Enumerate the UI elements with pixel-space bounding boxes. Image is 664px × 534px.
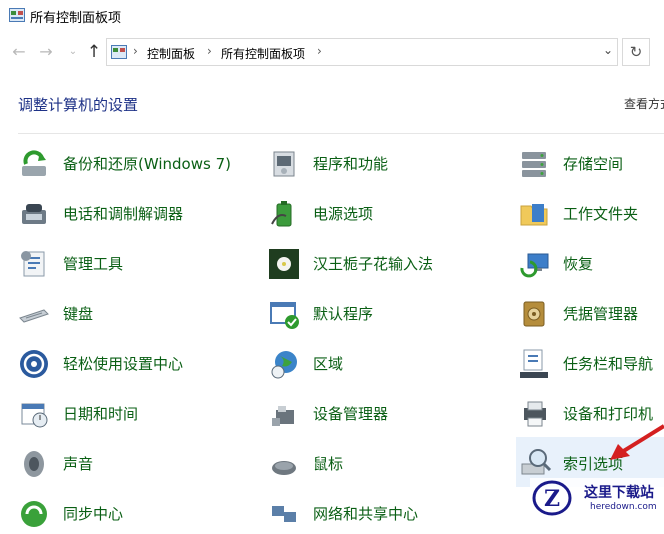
item-power-options[interactable]: 电源选项: [268, 194, 508, 234]
item-label: 凭据管理器: [563, 305, 639, 323]
taskbar-navigation-icon: [520, 349, 548, 378]
item-label: 电源选项: [313, 205, 374, 223]
item-label: 存储空间: [563, 155, 624, 173]
item-label: 同步中心: [63, 505, 124, 523]
item-default-programs[interactable]: 默认程序: [268, 294, 508, 334]
indexing-options-icon: [521, 449, 552, 475]
back-arrow-icon[interactable]: ←: [9, 42, 29, 62]
item-label: 程序和功能: [313, 155, 389, 173]
storage-spaces-icon: [522, 152, 546, 177]
credential-manager-icon: [523, 301, 545, 327]
up-arrow-icon[interactable]: ↑: [84, 42, 104, 62]
item-backup-restore[interactable]: 备份和还原(Windows 7): [18, 144, 258, 184]
breadcrumb-all-items[interactable]: 所有控制面板项: [221, 45, 305, 62]
hanwang-ime-icon: [269, 249, 299, 279]
refresh-button[interactable]: ↻: [622, 38, 650, 66]
item-label: 网络和共享中心: [313, 505, 419, 523]
svg-text:Z: Z: [544, 486, 560, 512]
backup-restore-icon: [22, 150, 46, 176]
item-keyboard[interactable]: 键盘: [18, 294, 258, 334]
title-bar: 所有控制面板项: [0, 0, 664, 32]
chevron-down-icon[interactable]: ⌄: [603, 43, 613, 57]
network-sharing-icon: [272, 506, 296, 522]
date-time-icon: [21, 403, 48, 428]
item-recovery[interactable]: 恢复: [518, 244, 664, 284]
default-programs-icon: [270, 302, 299, 329]
programs-features-icon: [273, 151, 295, 177]
item-label: 默认程序: [313, 305, 374, 323]
mouse-icon: [272, 461, 296, 475]
chevron-down-icon[interactable]: ⌄: [63, 42, 83, 62]
breadcrumb-separator-icon[interactable]: ›: [317, 44, 322, 58]
item-network-sharing[interactable]: 网络和共享中心: [268, 494, 508, 534]
breadcrumb-separator-icon[interactable]: ›: [133, 44, 138, 58]
item-label: 鼠标: [313, 455, 344, 473]
item-admin-tools[interactable]: 管理工具: [18, 244, 258, 284]
item-label: 工作文件夹: [563, 205, 639, 223]
region-icon: [271, 351, 297, 379]
item-mouse[interactable]: 鼠标: [268, 444, 508, 484]
item-label: 任务栏和导航: [563, 355, 654, 373]
item-date-time[interactable]: 日期和时间: [18, 394, 258, 434]
breadcrumb-control-panel[interactable]: 控制面板: [147, 45, 195, 62]
item-label: 声音: [63, 455, 94, 473]
item-phone-modem[interactable]: 电话和调制解调器: [18, 194, 258, 234]
keyboard-icon: [19, 309, 49, 323]
item-label: 恢复: [563, 255, 594, 273]
forward-arrow-icon[interactable]: →: [36, 42, 56, 62]
item-work-folders[interactable]: 工作文件夹: [518, 194, 664, 234]
item-label: 轻松使用设置中心: [63, 355, 184, 373]
item-label: 设备管理器: [313, 405, 389, 423]
item-label: 管理工具: [63, 255, 124, 273]
item-device-manager[interactable]: 设备管理器: [268, 394, 508, 434]
item-sync-center[interactable]: 同步中心: [18, 494, 258, 534]
view-by-label: 查看方式: [624, 97, 664, 111]
item-label: 日期和时间: [63, 405, 139, 423]
window-title: 所有控制面板项: [30, 11, 122, 26]
phone-modem-icon: [22, 204, 46, 224]
ease-of-access-icon: [20, 350, 48, 378]
watermark-text: 这里下载站: [584, 485, 654, 501]
item-region[interactable]: 区域: [268, 344, 508, 384]
item-credential-manager[interactable]: 凭据管理器: [518, 294, 664, 334]
breadcrumb-separator-icon[interactable]: ›: [207, 44, 212, 58]
item-taskbar-navigation[interactable]: 任务栏和导航: [518, 344, 664, 384]
item-label: 备份和还原(Windows 7): [63, 155, 231, 173]
sound-icon: [24, 451, 44, 477]
item-label: 键盘: [63, 305, 94, 323]
item-sound[interactable]: 声音: [18, 444, 258, 484]
admin-tools-icon: [21, 251, 45, 277]
item-storage-spaces[interactable]: 存储空间: [518, 144, 664, 184]
devices-printers-icon: [524, 401, 546, 427]
navigation-bar: ← → ⌄ ↑ › 控制面板 › 所有控制面板项 › ⌄ ↻: [0, 36, 664, 68]
red-arrow-annotation: [610, 424, 664, 460]
device-manager-icon: [272, 406, 294, 426]
control-panel-icon: [111, 45, 127, 59]
control-panel-icon: [9, 8, 25, 22]
sync-center-icon: [21, 501, 47, 527]
address-bar[interactable]: › 控制面板 › 所有控制面板项 › ⌄: [106, 38, 618, 66]
item-ease-of-access[interactable]: 轻松使用设置中心: [18, 344, 258, 384]
item-label: 电话和调制解调器: [63, 205, 184, 223]
watermark-url: heredown.com: [590, 502, 657, 512]
item-hanwang-ime[interactable]: 汉王栀子花输入法: [268, 244, 508, 284]
divider: [18, 133, 664, 134]
item-programs-features[interactable]: 程序和功能: [268, 144, 508, 184]
item-label: 汉王栀子花输入法: [313, 255, 434, 273]
power-options-icon: [271, 201, 292, 227]
page-title: 调整计算机的设置: [18, 96, 139, 114]
work-folders-icon: [520, 204, 548, 226]
recovery-icon: [520, 253, 549, 278]
item-label: 区域: [313, 355, 344, 373]
